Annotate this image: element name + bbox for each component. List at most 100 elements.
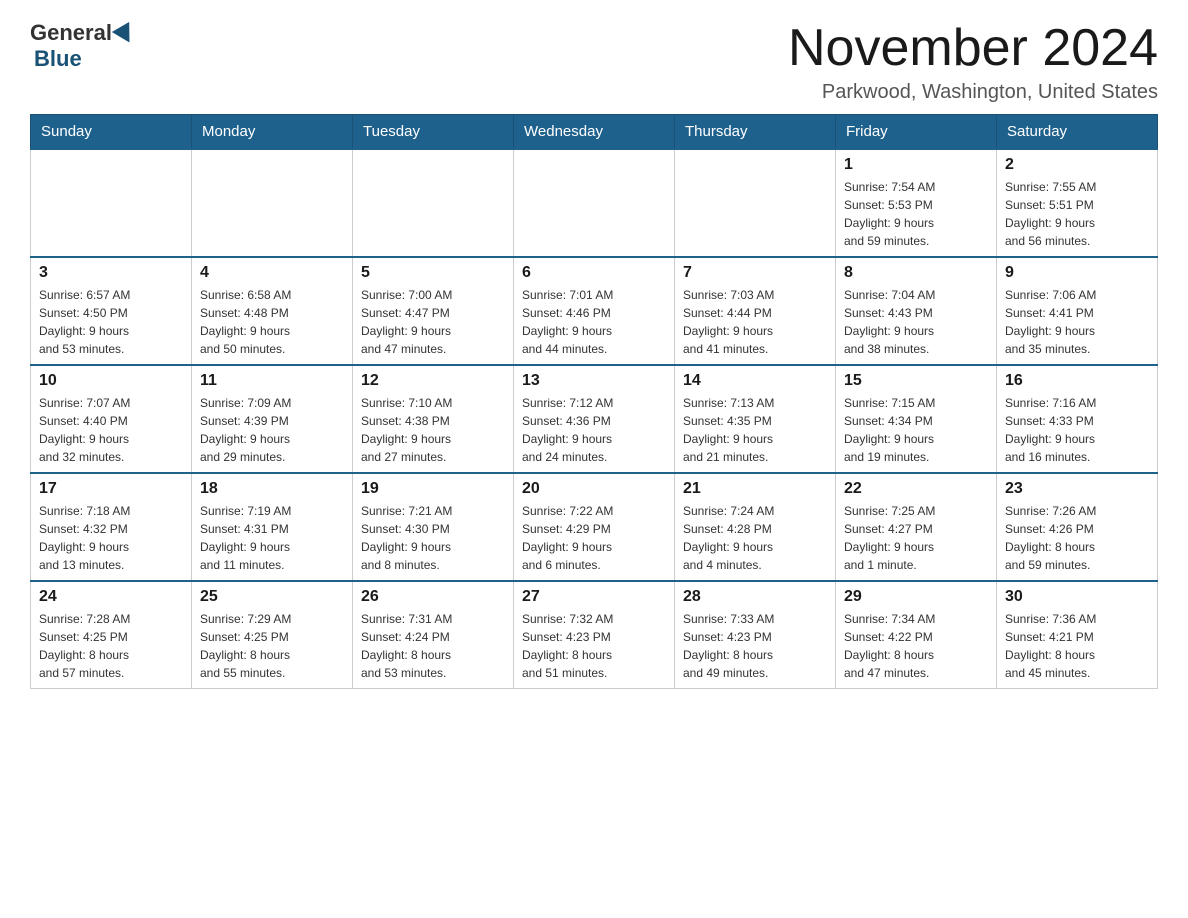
day-info: Sunrise: 7:22 AM Sunset: 4:29 PM Dayligh… — [522, 502, 666, 574]
day-info: Sunrise: 7:15 AM Sunset: 4:34 PM Dayligh… — [844, 394, 988, 466]
calendar-cell: 29 Sunrise: 7:34 AM Sunset: 4:22 PM Dayli… — [836, 581, 997, 689]
week-row-3: 10 Sunrise: 7:07 AM Sunset: 4:40 PM Dayli… — [31, 365, 1158, 473]
day-info: Sunrise: 7:21 AM Sunset: 4:30 PM Dayligh… — [361, 502, 505, 574]
day-number: 22 — [844, 480, 988, 498]
day-number: 30 — [1005, 588, 1149, 606]
calendar-cell: 8Sunrise: 7:04 AM Sunset: 4:43 PM Daylig… — [836, 257, 997, 365]
location-subtitle: Parkwood, Washington, United States — [788, 81, 1158, 104]
calendar-cell: 20Sunrise: 7:22 AM Sunset: 4:29 PM Dayli… — [514, 473, 675, 581]
day-info: Sunrise: 7:13 AM Sunset: 4:35 PM Dayligh… — [683, 394, 827, 466]
day-info: Sunrise: 7:29 AM Sunset: 4:25 PM Dayligh… — [200, 610, 344, 682]
day-number: 11 — [200, 372, 344, 390]
day-number: 4 — [200, 264, 344, 282]
logo-general-text: General — [30, 20, 112, 46]
day-info: Sunrise: 7:10 AM Sunset: 4:38 PM Dayligh… — [361, 394, 505, 466]
day-info: Sunrise: 7:32 AM Sunset: 4:23 PM Dayligh… — [522, 610, 666, 682]
header-day-friday: Friday — [836, 115, 997, 150]
day-info: Sunrise: 7:26 AM Sunset: 4:26 PM Dayligh… — [1005, 502, 1149, 574]
day-number: 25 — [200, 588, 344, 606]
calendar-cell — [31, 149, 192, 257]
day-number: 7 — [683, 264, 827, 282]
calendar-cell — [675, 149, 836, 257]
calendar-cell: 4Sunrise: 6:58 AM Sunset: 4:48 PM Daylig… — [192, 257, 353, 365]
day-number: 26 — [361, 588, 505, 606]
day-info: Sunrise: 7:16 AM Sunset: 4:33 PM Dayligh… — [1005, 394, 1149, 466]
day-info: Sunrise: 7:55 AM Sunset: 5:51 PM Dayligh… — [1005, 178, 1149, 250]
calendar-cell: 17 Sunrise: 7:18 AM Sunset: 4:32 PM Dayli… — [31, 473, 192, 581]
logo: General Blue — [30, 20, 136, 72]
logo-blue-text: Blue — [34, 46, 82, 71]
day-number: 3 — [39, 264, 183, 282]
header-day-thursday: Thursday — [675, 115, 836, 150]
day-info: Sunrise: 7:03 AM Sunset: 4:44 PM Dayligh… — [683, 286, 827, 358]
calendar-cell: 24 Sunrise: 7:28 AM Sunset: 4:25 PM Dayli… — [31, 581, 192, 689]
day-info: Sunrise: 7:28 AM Sunset: 4:25 PM Dayligh… — [39, 610, 183, 682]
day-number: 15 — [844, 372, 988, 390]
calendar-cell: 9 Sunrise: 7:06 AM Sunset: 4:41 PM Daylig… — [997, 257, 1158, 365]
day-info: Sunrise: 7:07 AM Sunset: 4:40 PM Dayligh… — [39, 394, 183, 466]
day-number: 9 — [1005, 264, 1149, 282]
day-info: Sunrise: 7:09 AM Sunset: 4:39 PM Dayligh… — [200, 394, 344, 466]
day-number: 21 — [683, 480, 827, 498]
day-number: 18 — [200, 480, 344, 498]
day-number: 23 — [1005, 480, 1149, 498]
title-section: November 2024 Parkwood, Washington, Unit… — [788, 20, 1158, 104]
day-number: 10 — [39, 372, 183, 390]
day-info: Sunrise: 7:18 AM Sunset: 4:32 PM Dayligh… — [39, 502, 183, 574]
day-info: Sunrise: 7:24 AM Sunset: 4:28 PM Dayligh… — [683, 502, 827, 574]
calendar-cell: 16 Sunrise: 7:16 AM Sunset: 4:33 PM Dayli… — [997, 365, 1158, 473]
calendar-cell: 12 Sunrise: 7:10 AM Sunset: 4:38 PM Dayli… — [353, 365, 514, 473]
day-info: Sunrise: 7:06 AM Sunset: 4:41 PM Dayligh… — [1005, 286, 1149, 358]
calendar-cell — [192, 149, 353, 257]
day-info: Sunrise: 7:33 AM Sunset: 4:23 PM Dayligh… — [683, 610, 827, 682]
calendar-header: SundayMondayTuesdayWednesdayThursdayFrid… — [31, 115, 1158, 150]
calendar-cell: 22 Sunrise: 7:25 AM Sunset: 4:27 PM Dayli… — [836, 473, 997, 581]
day-number: 24 — [39, 588, 183, 606]
day-number: 2 — [1005, 156, 1149, 174]
header-day-tuesday: Tuesday — [353, 115, 514, 150]
day-number: 16 — [1005, 372, 1149, 390]
calendar-cell: 13 Sunrise: 7:12 AM Sunset: 4:36 PM Dayli… — [514, 365, 675, 473]
calendar-cell: 10 Sunrise: 7:07 AM Sunset: 4:40 PM Dayli… — [31, 365, 192, 473]
calendar-cell: 5Sunrise: 7:00 AM Sunset: 4:47 PM Daylig… — [353, 257, 514, 365]
day-number: 6 — [522, 264, 666, 282]
month-title: November 2024 — [788, 20, 1158, 77]
page-header: General Blue November 2024 Parkwood, Was… — [30, 20, 1158, 104]
day-number: 8 — [844, 264, 988, 282]
calendar-cell: 27 Sunrise: 7:32 AM Sunset: 4:23 PM Dayli… — [514, 581, 675, 689]
day-number: 14 — [683, 372, 827, 390]
logo-arrow-icon — [112, 22, 138, 48]
header-day-saturday: Saturday — [997, 115, 1158, 150]
day-info: Sunrise: 7:31 AM Sunset: 4:24 PM Dayligh… — [361, 610, 505, 682]
day-number: 28 — [683, 588, 827, 606]
day-number: 1 — [844, 156, 988, 174]
calendar-cell: 1 Sunrise: 7:54 AM Sunset: 5:53 PM Daylig… — [836, 149, 997, 257]
header-row: SundayMondayTuesdayWednesdayThursdayFrid… — [31, 115, 1158, 150]
day-number: 29 — [844, 588, 988, 606]
calendar-cell: 6 Sunrise: 7:01 AM Sunset: 4:46 PM Daylig… — [514, 257, 675, 365]
calendar-cell: 18Sunrise: 7:19 AM Sunset: 4:31 PM Dayli… — [192, 473, 353, 581]
calendar-table: SundayMondayTuesdayWednesdayThursdayFrid… — [30, 114, 1158, 689]
day-number: 17 — [39, 480, 183, 498]
day-number: 13 — [522, 372, 666, 390]
day-info: Sunrise: 7:25 AM Sunset: 4:27 PM Dayligh… — [844, 502, 988, 574]
calendar-cell: 28 Sunrise: 7:33 AM Sunset: 4:23 PM Dayli… — [675, 581, 836, 689]
calendar-cell: 26 Sunrise: 7:31 AM Sunset: 4:24 PM Dayli… — [353, 581, 514, 689]
calendar-cell: 23 Sunrise: 7:26 AM Sunset: 4:26 PM Dayli… — [997, 473, 1158, 581]
day-number: 27 — [522, 588, 666, 606]
header-day-monday: Monday — [192, 115, 353, 150]
calendar-cell: 30Sunrise: 7:36 AM Sunset: 4:21 PM Dayli… — [997, 581, 1158, 689]
day-info: Sunrise: 7:12 AM Sunset: 4:36 PM Dayligh… — [522, 394, 666, 466]
calendar-cell: 15 Sunrise: 7:15 AM Sunset: 4:34 PM Dayli… — [836, 365, 997, 473]
day-info: Sunrise: 7:54 AM Sunset: 5:53 PM Dayligh… — [844, 178, 988, 250]
day-info: Sunrise: 7:01 AM Sunset: 4:46 PM Dayligh… — [522, 286, 666, 358]
day-info: Sunrise: 7:34 AM Sunset: 4:22 PM Dayligh… — [844, 610, 988, 682]
week-row-1: 1 Sunrise: 7:54 AM Sunset: 5:53 PM Daylig… — [31, 149, 1158, 257]
week-row-4: 17 Sunrise: 7:18 AM Sunset: 4:32 PM Dayli… — [31, 473, 1158, 581]
day-number: 12 — [361, 372, 505, 390]
calendar-cell — [353, 149, 514, 257]
header-day-sunday: Sunday — [31, 115, 192, 150]
calendar-cell — [514, 149, 675, 257]
calendar-cell: 14 Sunrise: 7:13 AM Sunset: 4:35 PM Dayli… — [675, 365, 836, 473]
day-info: Sunrise: 6:57 AM Sunset: 4:50 PM Dayligh… — [39, 286, 183, 358]
